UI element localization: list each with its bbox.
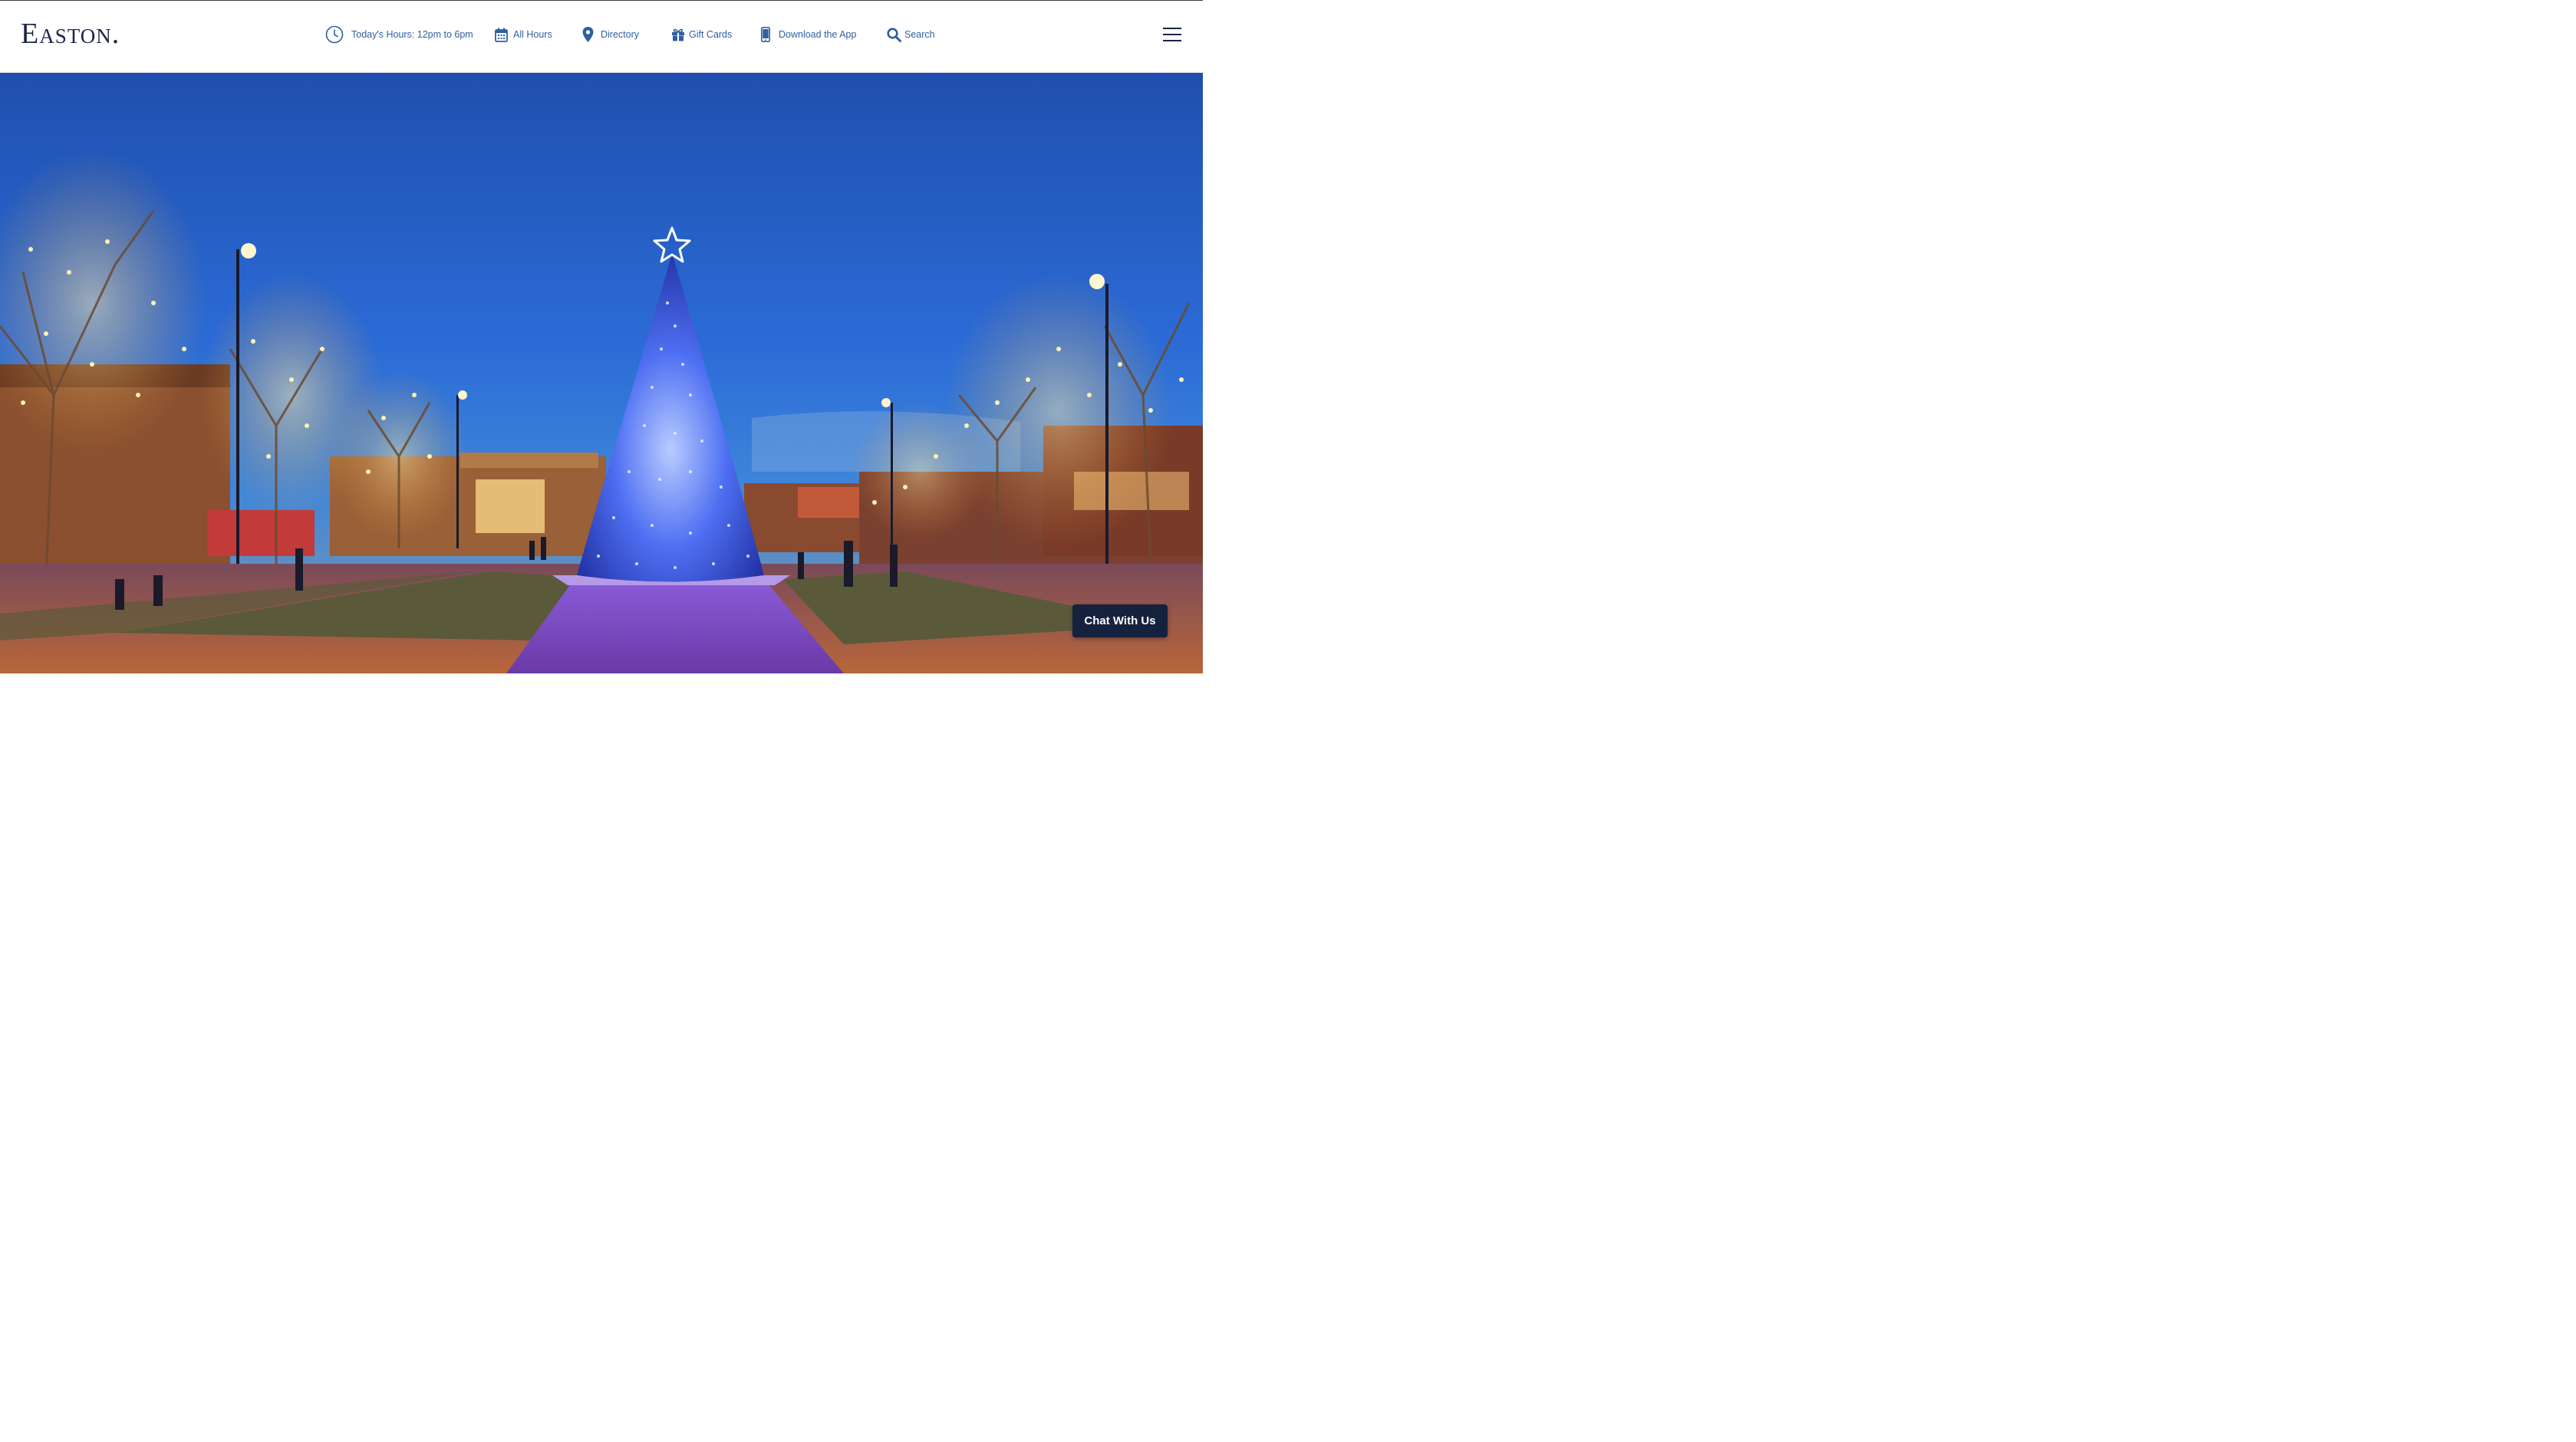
gift-icon	[671, 28, 685, 41]
clock-icon	[325, 25, 344, 44]
nav-gift-cards[interactable]: Gift Cards	[671, 24, 732, 45]
hero-image	[0, 73, 1203, 673]
smartphone-icon	[761, 27, 770, 42]
nav-label-gift-cards: Gift Cards	[689, 29, 733, 40]
site-header: Easton. Today's Hours: 12pm to 6pm All H…	[0, 0, 1203, 73]
nav-download-app[interactable]: Download the App	[761, 24, 856, 45]
christmas-tree-scene-image	[0, 73, 1203, 673]
hamburger-menu-icon[interactable]	[1163, 27, 1181, 42]
search-icon	[887, 27, 901, 42]
easton-logo[interactable]: Easton.	[21, 19, 120, 48]
nav-label-todays-hours: Today's Hours: 12pm to 6pm	[351, 29, 473, 40]
nav-label-search: Search	[904, 29, 935, 40]
nav-label-download-app: Download the App	[779, 29, 857, 40]
map-pin-icon	[582, 27, 594, 42]
nav-label-all-hours: All Hours	[513, 29, 552, 40]
nav-label-directory: Directory	[601, 29, 640, 40]
nav-all-hours[interactable]: All Hours	[495, 24, 552, 45]
nav-directory[interactable]: Directory	[582, 24, 639, 45]
nav-search[interactable]: Search	[887, 24, 935, 45]
calendar-icon	[495, 28, 508, 42]
nav-todays-hours[interactable]: Today's Hours: 12pm to 6pm	[325, 24, 473, 45]
chat-with-us-button[interactable]: Chat With Us	[1072, 604, 1168, 637]
